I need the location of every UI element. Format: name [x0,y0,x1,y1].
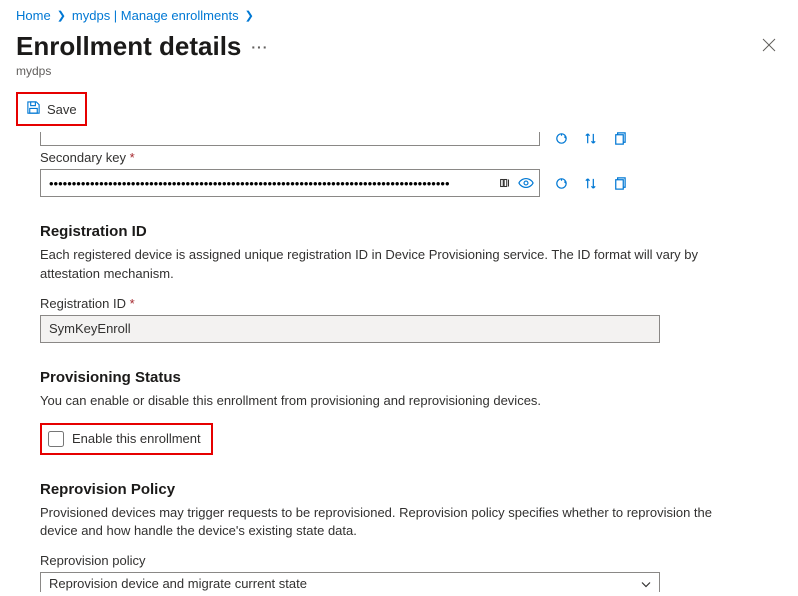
breadcrumb-home-link[interactable]: Home [16,8,51,23]
chevron-right-icon: ❯ [57,9,66,22]
page-title-text: Enrollment details [16,31,241,62]
save-button-label: Save [47,102,77,117]
reprovision-policy-section: Reprovision Policy Provisioned devices m… [40,481,774,592]
breadcrumb-mydps-link[interactable]: mydps | Manage enrollments [72,8,239,23]
secondary-key-label: Secondary key * [40,150,774,165]
show-password-icon[interactable] [518,176,534,190]
copy-icon[interactable] [612,132,627,146]
provisioning-status-heading: Provisioning Status [40,369,774,386]
save-icon [26,100,41,118]
enable-enrollment-checkbox[interactable] [48,431,64,447]
close-button[interactable] [758,32,780,61]
close-icon [762,38,776,52]
reprovision-policy-field-label: Reprovision policy [40,553,774,568]
primary-key-input-partial[interactable] [40,132,540,146]
regenerate-icon[interactable] [554,132,569,146]
registration-id-desc: Each registered device is assigned uniqu… [40,246,740,284]
swap-icon[interactable] [583,176,598,191]
secondary-key-input[interactable] [40,169,540,197]
registration-id-input [40,315,660,343]
enable-enrollment-checkbox-row[interactable]: Enable this enrollment [44,427,209,451]
save-button[interactable]: Save [20,96,83,122]
swap-icon[interactable] [583,132,598,146]
secondary-key-side-actions [554,176,627,191]
provisioning-status-section: Provisioning Status You can enable or di… [40,369,774,455]
page-subtitle: mydps [0,62,798,86]
reprovision-policy-select[interactable]: Reprovision device and migrate current s… [40,572,660,592]
title-bar: Enrollment details ··· [0,27,798,62]
secondary-key-field: Secondary key * [40,150,774,197]
enable-enrollment-label: Enable this enrollment [72,431,201,446]
toolbar: Save [0,86,798,132]
copy-icon[interactable] [612,176,627,191]
required-asterisk: * [130,296,135,311]
required-asterisk: * [130,150,135,165]
reprovision-policy-heading: Reprovision Policy [40,481,774,498]
registration-id-heading: Registration ID [40,223,774,240]
regenerate-icon[interactable] [554,176,569,191]
more-actions-button[interactable]: ··· [251,39,268,55]
registration-id-section: Registration ID Each registered device i… [40,223,774,343]
breadcrumb: Home ❯ mydps | Manage enrollments ❯ [0,0,798,27]
primary-key-side-actions [554,132,627,146]
regenerate-inline-icon[interactable] [498,176,512,190]
provisioning-status-desc: You can enable or disable this enrollmen… [40,392,740,411]
registration-id-field-label: Registration ID * [40,296,774,311]
reprovision-policy-select-wrap: Reprovision device and migrate current s… [40,572,660,592]
page-title: Enrollment details ··· [16,31,268,62]
content-scroll-area[interactable]: Secondary key * [0,132,798,592]
primary-key-row-partial [40,132,774,150]
reprovision-policy-desc: Provisioned devices may trigger requests… [40,504,740,542]
chevron-right-icon: ❯ [245,9,254,22]
